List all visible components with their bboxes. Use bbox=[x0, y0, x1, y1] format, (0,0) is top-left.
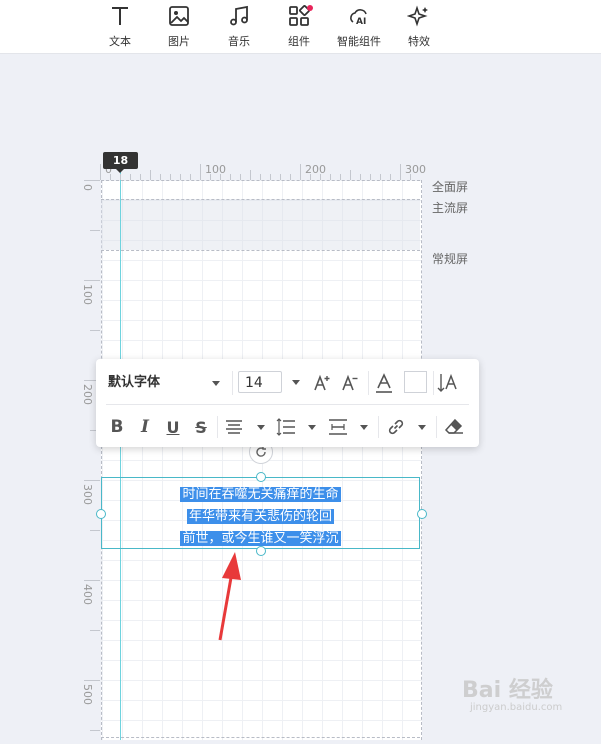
rotate-icon bbox=[256, 446, 266, 457]
eraser-icon bbox=[444, 418, 463, 434]
svg-text:AI: AI bbox=[356, 17, 366, 27]
list-icon bbox=[276, 418, 295, 436]
ai-components-icon: AI bbox=[350, 9, 367, 27]
italic-button[interactable]: I bbox=[134, 415, 156, 439]
baidu-watermark-logo: Bai 经验 bbox=[462, 678, 553, 703]
spacing-icon bbox=[329, 419, 347, 435]
full-screen-line bbox=[101, 180, 420, 181]
link-icon bbox=[388, 419, 404, 435]
vruler-label-100: 100 bbox=[81, 284, 94, 305]
ruler-position-badge: 18 bbox=[103, 152, 138, 173]
spacing-dropdown-icon[interactable] bbox=[360, 425, 368, 430]
image-tool-label: 图片 bbox=[168, 35, 190, 48]
ai-components-tool[interactable]: AI 智能组件 bbox=[331, 4, 387, 50]
text-line-3: 前世，或今生谁又一笑浮沉 bbox=[180, 531, 341, 546]
text-content[interactable]: 时间在吞噬无关痛痒的生命 年华带来有关悲伤的轮回 前世，或今生谁又一笑浮沉 bbox=[101, 484, 420, 550]
hruler-label-200: 200 bbox=[305, 163, 326, 176]
chevron-down-icon bbox=[212, 381, 220, 386]
row-divider bbox=[106, 404, 469, 405]
list-dropdown-icon[interactable] bbox=[308, 425, 316, 430]
font-size-increase-icon bbox=[314, 374, 330, 391]
new-badge-dot bbox=[307, 5, 313, 11]
vertical-ruler-ticks bbox=[84, 180, 100, 731]
effects-tool-label: 特效 bbox=[408, 35, 430, 48]
font-family-value: 默认字体 bbox=[108, 375, 161, 390]
artboard-bottom-line bbox=[101, 737, 420, 738]
font-size-dropdown-icon[interactable] bbox=[292, 380, 300, 385]
line-height-button[interactable] bbox=[436, 371, 460, 395]
effects-tool[interactable]: 特效 bbox=[391, 4, 447, 50]
vruler-label-500: 500 bbox=[81, 684, 94, 705]
clear-format-button[interactable] bbox=[442, 415, 466, 439]
horizontal-ruler: 0 100 200 300 bbox=[100, 160, 426, 180]
text-tool-label: 文本 bbox=[109, 35, 131, 48]
font-size-input[interactable]: 14 bbox=[238, 371, 282, 393]
text-line-1: 时间在吞噬无关痛痒的生命 bbox=[180, 487, 341, 502]
resize-handle-top[interactable] bbox=[256, 472, 266, 482]
background-color-swatch[interactable] bbox=[404, 371, 427, 393]
line-height-icon bbox=[437, 373, 457, 392]
sparkle-icon bbox=[407, 5, 428, 27]
strikethrough-button[interactable]: S bbox=[190, 415, 212, 439]
align-icon bbox=[226, 420, 242, 434]
font-size-decrease-button[interactable] bbox=[338, 371, 362, 395]
font-color-button[interactable] bbox=[372, 371, 396, 395]
alignment-guide bbox=[120, 160, 121, 740]
divider bbox=[217, 416, 218, 438]
font-size-decrease-icon bbox=[342, 374, 358, 391]
baidu-watermark-url: jingyan.baidu.com bbox=[470, 702, 563, 713]
image-tool[interactable]: 图片 bbox=[151, 4, 207, 50]
hruler-label-300: 300 bbox=[405, 163, 426, 176]
normal-screen-line bbox=[101, 250, 420, 251]
divider bbox=[436, 416, 437, 438]
divider bbox=[378, 416, 379, 438]
text-format-toolbar: 默认字体 14 B I U S bbox=[96, 359, 479, 447]
divider bbox=[232, 371, 233, 395]
vruler-label-200: 200 bbox=[81, 384, 94, 405]
horizontal-ruler-ticks bbox=[100, 164, 411, 180]
zone-label-normal: 常规屏 bbox=[432, 252, 469, 266]
music-icon bbox=[230, 5, 248, 26]
ai-components-tool-label: 智能组件 bbox=[337, 35, 381, 48]
text-tool[interactable]: 文本 bbox=[92, 4, 148, 50]
vruler-label-400: 400 bbox=[81, 584, 94, 605]
font-color-icon bbox=[376, 373, 392, 393]
divider bbox=[433, 371, 434, 395]
music-tool-label: 音乐 bbox=[228, 35, 250, 48]
link-dropdown-icon[interactable] bbox=[418, 425, 426, 430]
underline-button[interactable]: U bbox=[162, 415, 184, 439]
zone-label-fullscreen: 全面屏 bbox=[432, 180, 469, 194]
link-button[interactable] bbox=[384, 415, 408, 439]
hruler-label-100: 100 bbox=[205, 163, 226, 176]
image-icon bbox=[169, 6, 189, 26]
components-tool[interactable]: 组件 bbox=[271, 4, 327, 50]
top-toolbar: 文本 图片 音乐 组件 AI 智能组件 特效 bbox=[0, 0, 601, 54]
spacing-button[interactable] bbox=[326, 415, 350, 439]
zone-label-mainstream: 主流屏 bbox=[432, 201, 469, 215]
text-icon bbox=[112, 7, 128, 25]
vertical-ruler: 0 100 200 300 400 500 bbox=[80, 180, 100, 740]
mainstream-screen-band bbox=[101, 199, 420, 250]
font-family-select[interactable]: 默认字体 bbox=[108, 372, 224, 394]
vruler-label-300: 300 bbox=[81, 484, 94, 505]
divider bbox=[368, 371, 369, 395]
vruler-label-0: 0 bbox=[81, 184, 94, 191]
font-size-increase-button[interactable] bbox=[310, 371, 334, 395]
music-tool[interactable]: 音乐 bbox=[211, 4, 267, 50]
components-tool-label: 组件 bbox=[288, 35, 310, 48]
bold-button[interactable]: B bbox=[106, 415, 128, 439]
align-button[interactable] bbox=[222, 415, 246, 439]
list-button[interactable] bbox=[274, 415, 298, 439]
annotation-arrow bbox=[218, 552, 241, 641]
text-line-2: 年华带来有关悲伤的轮回 bbox=[186, 509, 334, 524]
mainstream-screen-line bbox=[101, 199, 420, 200]
align-dropdown-icon[interactable] bbox=[257, 425, 265, 430]
